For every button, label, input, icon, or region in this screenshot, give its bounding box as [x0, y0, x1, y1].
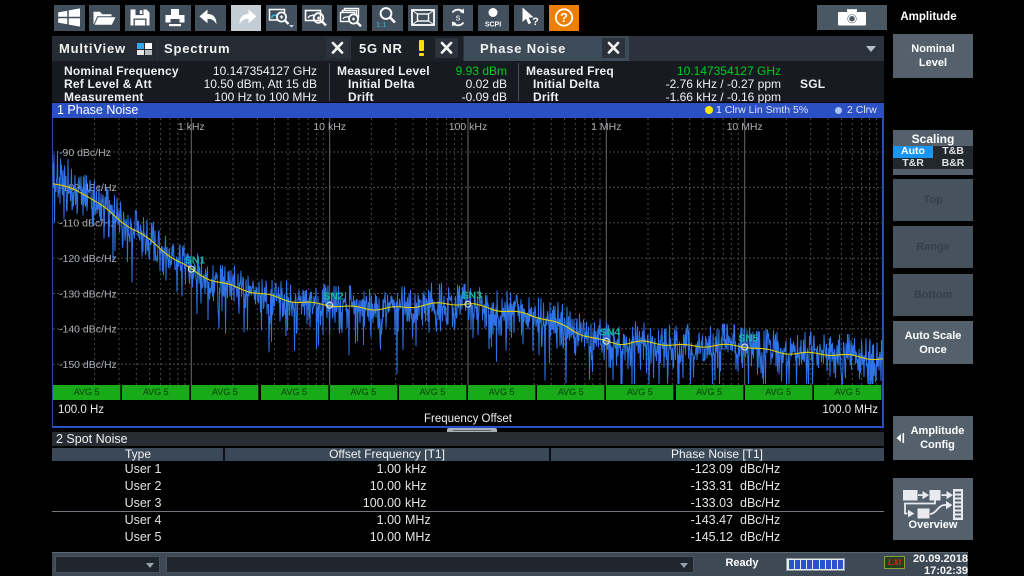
svg-text:-150 dBc/Hz: -150 dBc/Hz — [59, 359, 117, 371]
svg-text:-130 dBc/Hz: -130 dBc/Hz — [59, 288, 117, 300]
svg-text:SN1: SN1 — [185, 255, 206, 267]
svg-text:10 MHz: 10 MHz — [727, 121, 763, 133]
svg-text:-110 dBc/Hz: -110 dBc/Hz — [59, 218, 116, 230]
svg-text:-140 dBc/Hz: -140 dBc/Hz — [59, 324, 117, 336]
svg-text:-90 dBc/Hz: -90 dBc/Hz — [59, 147, 111, 159]
svg-text:SN2: SN2 — [323, 291, 344, 303]
svg-text:-120 dBc/Hz: -120 dBc/Hz — [59, 253, 117, 265]
svg-text:SN3: SN3 — [462, 290, 483, 302]
svg-text:1 kHz: 1 kHz — [178, 121, 205, 133]
svg-text:10 kHz: 10 kHz — [313, 121, 346, 133]
svg-text:1 MHz: 1 MHz — [591, 121, 621, 133]
svg-text:SN5: SN5 — [738, 333, 759, 345]
svg-text:100 kHz: 100 kHz — [449, 121, 488, 133]
svg-text:SN4: SN4 — [600, 327, 621, 339]
